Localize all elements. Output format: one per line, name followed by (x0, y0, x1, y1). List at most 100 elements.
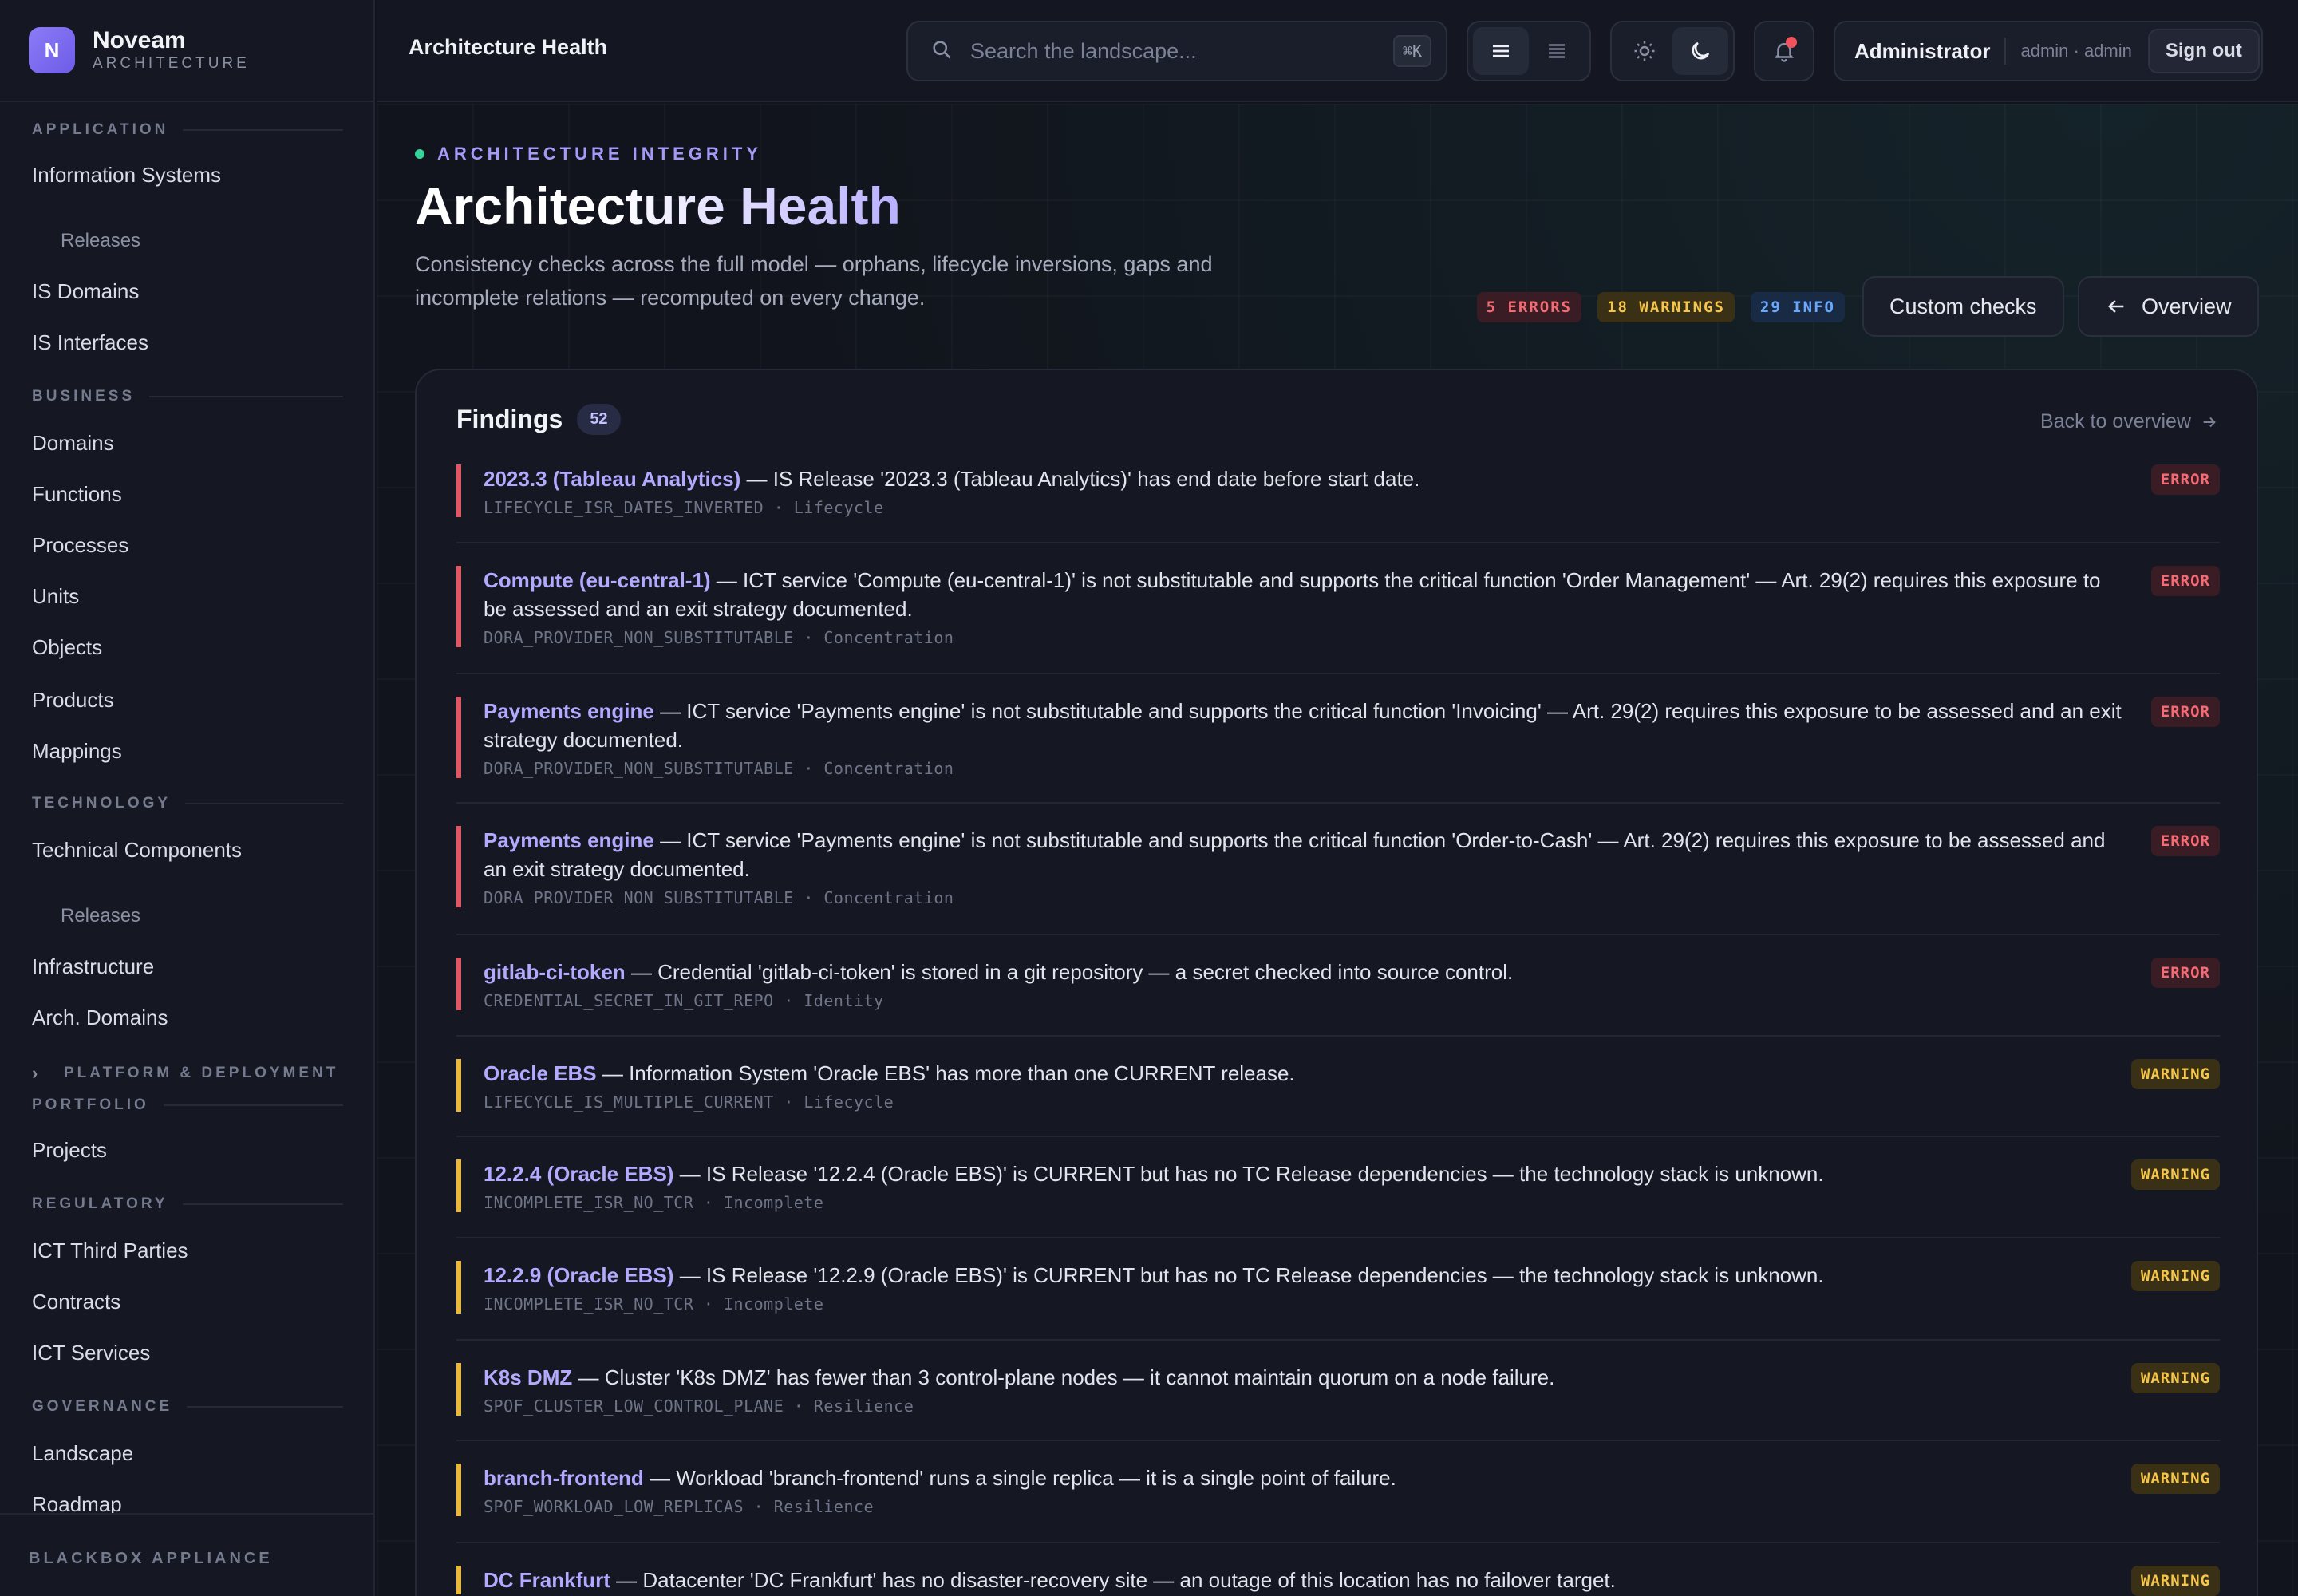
compact-list-icon (1549, 44, 1565, 58)
severity-badge: ERROR (2150, 464, 2220, 495)
nav-section-application: APPLICATION (32, 121, 343, 139)
finding-row[interactable]: DC Frankfurt — Datacenter 'DC Frankfurt'… (456, 1566, 2220, 1596)
severity-badge: WARNING (2130, 1566, 2220, 1596)
sun-icon (1634, 41, 1655, 61)
severity-badge: WARNING (2130, 1059, 2220, 1089)
finding-text: Oracle EBS — Information System 'Oracle … (484, 1059, 2127, 1088)
finding-entity-link[interactable]: 2023.3 (Tableau Analytics) (484, 467, 740, 491)
sidebar-item-domains[interactable]: Domains (32, 431, 114, 456)
finding-entity-link[interactable]: Oracle EBS (484, 1061, 597, 1085)
user-menu: Administrator admin · admin Sign out (1834, 21, 2263, 81)
finding-text: DC Frankfurt — Datacenter 'DC Frankfurt'… (484, 1566, 2127, 1594)
finding-row[interactable]: Oracle EBS — Information System 'Oracle … (456, 1059, 2220, 1112)
sidebar-item-information-systems[interactable]: Information Systems (32, 163, 221, 188)
finding-entity-link[interactable]: Payments engine (484, 828, 654, 852)
sidebar-item-functions[interactable]: Functions (32, 482, 122, 507)
sidebar-item-processes[interactable]: Processes (32, 533, 128, 558)
sidebar-item-mappings[interactable]: Mappings (32, 739, 122, 764)
finding-entity-link[interactable]: K8s DMZ (484, 1365, 572, 1389)
finding-row[interactable]: K8s DMZ — Cluster 'K8s DMZ' has fewer th… (456, 1363, 2220, 1416)
sidebar-item-is-releases[interactable]: Releases (61, 230, 140, 252)
arrow-right-icon (2203, 417, 2216, 427)
finding-entity-link[interactable]: DC Frankfurt (484, 1568, 610, 1592)
severity-badge: WARNING (2130, 1159, 2220, 1190)
finding-message: — Information System 'Oracle EBS' has mo… (596, 1061, 1295, 1085)
custom-checks-button[interactable]: Custom checks (1862, 276, 2064, 337)
light-theme-button[interactable] (1617, 27, 1672, 75)
finding-row[interactable]: 2023.3 (Tableau Analytics) — IS Release … (456, 464, 2220, 517)
finding-entity-link[interactable]: branch-frontend (484, 1466, 644, 1490)
severity-badge: WARNING (2130, 1261, 2220, 1291)
finding-message: — Credential 'gitlab-ci-token' is stored… (625, 960, 1514, 984)
list-view-button[interactable] (1473, 27, 1529, 75)
finding-entity-link[interactable]: 12.2.9 (Oracle EBS) (484, 1263, 673, 1287)
dark-theme-button[interactable] (1672, 27, 1728, 75)
main-content: ARCHITECTURE INTEGRITY Architecture Heal… (377, 104, 2298, 1596)
search-input[interactable]: Search the landscape... (970, 39, 1393, 64)
finding-divider (456, 1542, 2220, 1543)
finding-text: Payments engine — ICT service 'Payments … (484, 826, 2127, 883)
brand[interactable]: N Noveam ARCHITECTURE (0, 0, 373, 102)
nav-section-regulatory: REGULATORY (32, 1195, 343, 1213)
finding-entity-link[interactable]: gitlab-ci-token (484, 960, 626, 984)
finding-entity-link[interactable]: Payments engine (484, 699, 654, 723)
sidebar-footer: BLACKBOX APPLIANCE (0, 1513, 373, 1596)
finding-rule-code: DORA_PROVIDER_NON_SUBSTITUTABLE · Concen… (484, 888, 954, 907)
info-count-badge: 29 INFO (1750, 292, 1845, 322)
arrow-left-icon (2108, 300, 2124, 313)
sidebar-item-tc-releases[interactable]: Releases (61, 905, 140, 927)
back-to-overview-link[interactable]: Back to overview (2040, 410, 2218, 433)
topbar: Architecture Health Search the landscape… (377, 0, 2298, 102)
finding-text: gitlab-ci-token — Credential 'gitlab-ci-… (484, 958, 2127, 986)
finding-row[interactable]: Compute (eu-central-1) — ICT service 'Co… (456, 566, 2220, 647)
sidebar-item-products[interactable]: Products (32, 688, 114, 713)
sidebar-item-projects[interactable]: Projects (32, 1138, 107, 1163)
finding-row[interactable]: Payments engine — ICT service 'Payments … (456, 697, 2220, 778)
density-toggle (1467, 21, 1591, 81)
sidebar-item-technical-components[interactable]: Technical Components (32, 838, 242, 863)
sidebar-item-arch-domains[interactable]: Arch. Domains (32, 1005, 168, 1030)
brand-subtitle: ARCHITECTURE (93, 55, 250, 72)
finding-divider (456, 1035, 2220, 1037)
findings-count-badge: 52 (577, 404, 621, 435)
sidebar-item-ict-services[interactable]: ICT Services (32, 1341, 150, 1365)
sidebar-item-is-interfaces[interactable]: IS Interfaces (32, 330, 148, 355)
sidebar-item-units[interactable]: Units (32, 584, 79, 609)
sidebar-item-ict-third-parties[interactable]: ICT Third Parties (32, 1238, 188, 1263)
nav-group-platform-deployment[interactable]: › PLATFORM & DEPLOYMENT (32, 1063, 338, 1084)
finding-row[interactable]: Payments engine — ICT service 'Payments … (456, 826, 2220, 907)
finding-divider (456, 1440, 2220, 1441)
overview-button[interactable]: Overview (2078, 276, 2259, 337)
errors-count-badge: 5 ERRORS (1476, 292, 1582, 322)
search-box[interactable]: Search the landscape... ⌘K (906, 21, 1447, 81)
sidebar-item-is-domains[interactable]: IS Domains (32, 279, 139, 304)
notifications-button[interactable] (1754, 21, 1814, 81)
list-icon (1493, 45, 1509, 57)
finding-message: — Workload 'branch-frontend' runs a sing… (643, 1466, 1396, 1490)
finding-row[interactable]: gitlab-ci-token — Credential 'gitlab-ci-… (456, 958, 2220, 1010)
sidebar-item-contracts[interactable]: Contracts (32, 1290, 120, 1314)
finding-divider (456, 1237, 2220, 1238)
user-name: Administrator (1854, 38, 1991, 63)
finding-entity-link[interactable]: Compute (eu-central-1) (484, 568, 711, 592)
finding-message: — ICT service 'Payments engine' is not s… (484, 699, 2122, 752)
severity-badge: ERROR (2150, 958, 2220, 988)
sidebar-item-infrastructure[interactable]: Infrastructure (32, 954, 154, 979)
chevron-right-icon: › (32, 1063, 38, 1083)
nav-section-governance: GOVERNANCE (32, 1398, 343, 1416)
sidebar-item-objects[interactable]: Objects (32, 635, 102, 660)
severity-badge: ERROR (2150, 826, 2220, 856)
finding-rule-code: LIFECYCLE_IS_MULTIPLE_CURRENT · Lifecycl… (484, 1092, 894, 1112)
finding-row[interactable]: 12.2.4 (Oracle EBS) — IS Release '12.2.4… (456, 1159, 2220, 1212)
finding-row[interactable]: 12.2.9 (Oracle EBS) — IS Release '12.2.9… (456, 1261, 2220, 1314)
compact-view-button[interactable] (1529, 27, 1585, 75)
finding-rule-code: LIFECYCLE_ISR_DATES_INVERTED · Lifecycle (484, 498, 884, 517)
user-login: admin · admin (2020, 41, 2132, 61)
finding-entity-link[interactable]: 12.2.4 (Oracle EBS) (484, 1162, 673, 1186)
severity-counts: 5 ERRORS 18 WARNINGS 29 INFO (1476, 292, 1845, 322)
findings-card: Findings 52 Back to overview 2023.3 (Tab… (415, 369, 2258, 1596)
finding-message: — IS Release '12.2.9 (Oracle EBS)' is CU… (673, 1263, 1824, 1287)
sidebar-item-landscape[interactable]: Landscape (32, 1441, 133, 1466)
finding-row[interactable]: branch-frontend — Workload 'branch-front… (456, 1464, 2220, 1516)
sign-out-button[interactable]: Sign out (2147, 29, 2260, 73)
